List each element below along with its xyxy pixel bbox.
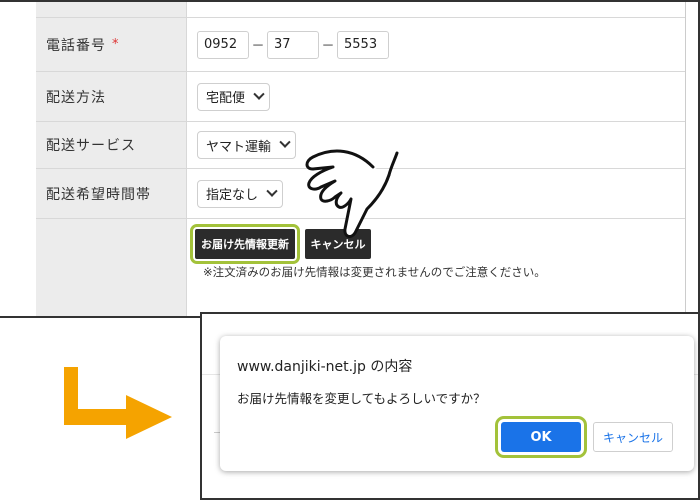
delivery-service-select[interactable]: ヤマト運輸	[197, 131, 297, 159]
delivery-method-label: 配送方法	[36, 72, 187, 121]
notice-text: ※注文済みのお届け先情報は変更されませんのでご注意ください。	[203, 265, 546, 279]
chevron-down-icon	[266, 185, 278, 197]
delivery-time-select[interactable]: 指定なし	[197, 179, 284, 208]
dialog-message: お届け先情報を変更してもよろしいですか？	[237, 391, 486, 406]
delivery-time-label: 配送希望時間帯	[36, 169, 187, 218]
delivery-method-select[interactable]: 宅配便	[197, 82, 271, 111]
required-mark: *	[112, 37, 120, 52]
delivery-method-row: 配送方法 宅配便	[36, 72, 685, 122]
phone-part1-input[interactable]: 0952	[197, 30, 249, 59]
confirm-dialog: www.danjiki-net.jp の内容 お届け先情報を変更してもよろしいで…	[220, 336, 694, 471]
ok-button[interactable]: OK	[495, 416, 587, 458]
phone-label: 電話番号 *	[36, 18, 187, 71]
dialog-cancel-button[interactable]: キャンセル	[593, 422, 673, 452]
delivery-service-label: 配送サービス	[36, 122, 187, 168]
phone-separator: －	[251, 39, 265, 54]
dialog-title: www.danjiki-net.jp の内容	[237, 359, 413, 375]
form-label-empty	[36, 2, 187, 17]
phone-row: 電話番号 * 0952 － 37 － 5553	[36, 18, 685, 72]
phone-separator: －	[321, 39, 335, 54]
phone-part3-input[interactable]: 5553	[337, 30, 389, 59]
confirm-dialog-panel: www.danjiki-net.jp の内容 お届け先情報を変更してもよろしいで…	[200, 312, 700, 500]
update-address-button[interactable]: お届け先情報更新	[190, 224, 300, 264]
address-form-panel: 電話番号 * 0952 － 37 － 5553 配送方法 宅配便 配送サービス	[0, 0, 700, 318]
down-right-arrow-icon	[64, 367, 172, 439]
phone-field: 0952 － 37 － 5553	[187, 18, 685, 71]
phone-part2-input[interactable]: 37	[267, 30, 319, 59]
pointing-hand-icon	[305, 149, 399, 238]
form-row-top	[36, 2, 685, 18]
form-label-empty	[36, 219, 187, 316]
chevron-down-icon	[253, 88, 265, 100]
